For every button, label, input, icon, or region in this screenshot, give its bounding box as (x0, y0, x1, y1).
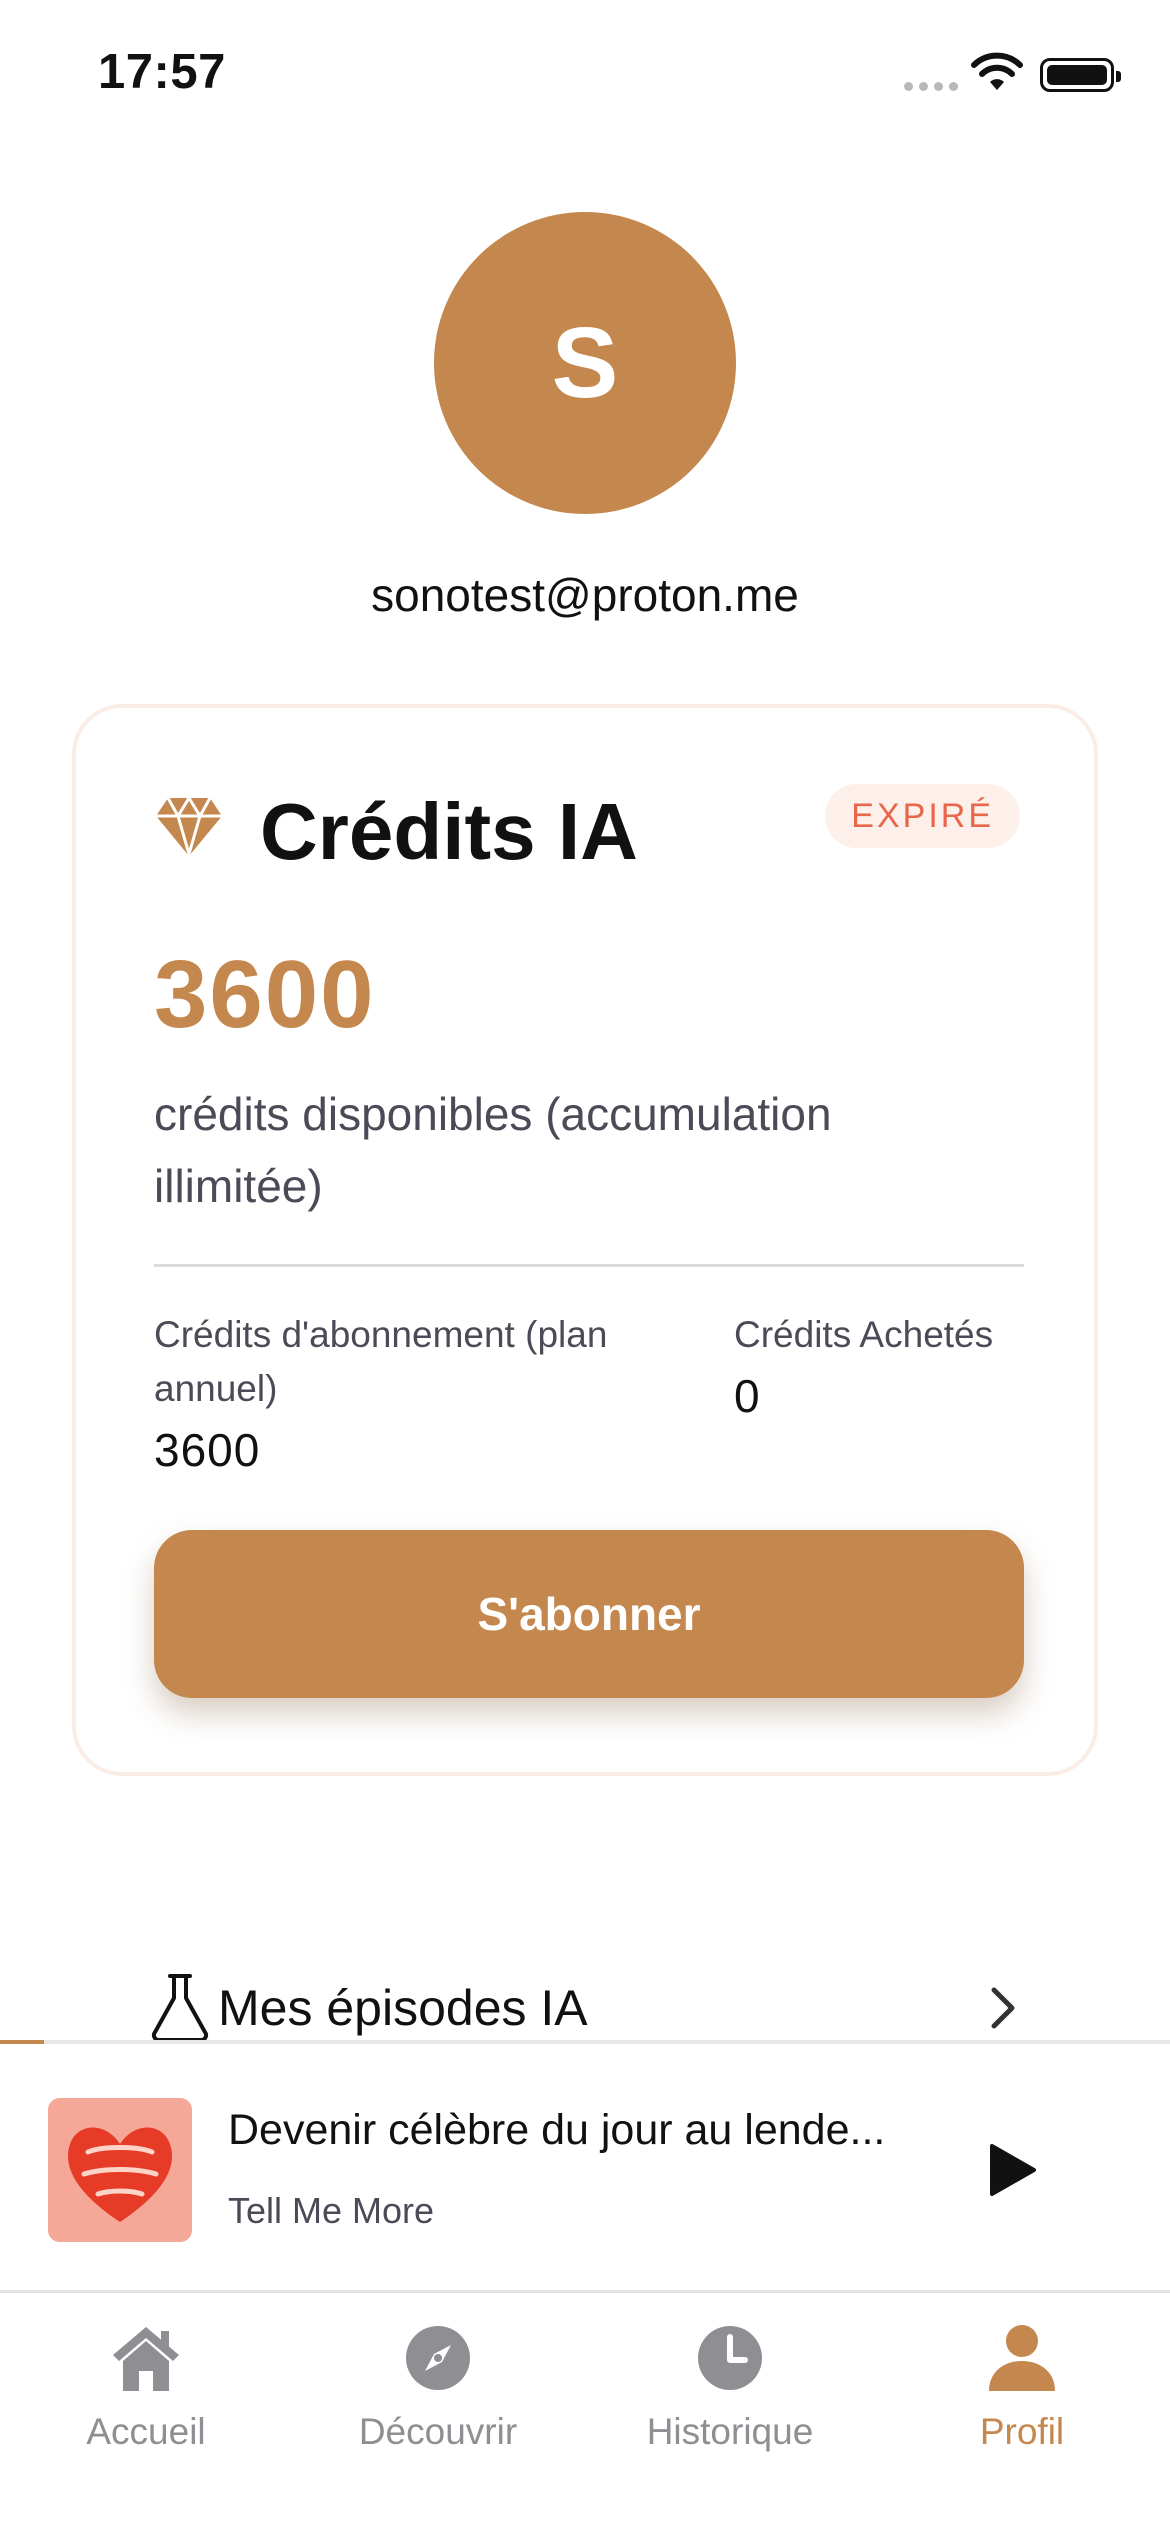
credits-description: crédits disponibles (accumulation illimi… (154, 1088, 832, 1212)
tab-accueil[interactable]: Accueil (0, 2319, 292, 2453)
tab-historique[interactable]: Historique (584, 2319, 876, 2453)
person-icon (989, 2325, 1055, 2391)
home-icon (113, 2327, 179, 2391)
menu-item-label: Mes épisodes IA (218, 1980, 588, 2036)
status-badge: EXPIRÉ (825, 784, 1020, 848)
diamond-icon (156, 795, 222, 860)
credits-title: Crédits IA (260, 787, 638, 876)
cellular-signal-icon (904, 82, 958, 91)
episode-show: Tell Me More (228, 2190, 435, 2231)
purchased-credits-label: Crédits Achetés (734, 1314, 994, 1355)
avatar-initial: S (551, 306, 619, 419)
avatar[interactable]: S (434, 212, 736, 514)
subscription-credits: Crédits d'abonnement (plan annuel) 3600 (154, 1308, 624, 1480)
tab-label: Historique (646, 2411, 814, 2452)
tab-label: Profil (979, 2411, 1065, 2452)
tab-bar: Accueil Découvrir Historique Profil (0, 2293, 1170, 2532)
play-icon[interactable] (986, 2142, 1038, 2198)
clock-icon (698, 2326, 762, 2390)
episode-title: Devenir célèbre du jour au lende... (228, 2106, 886, 2154)
compass-icon (406, 2326, 470, 2390)
subscription-credits-label: Crédits d'abonnement (plan annuel) (154, 1314, 608, 1409)
tab-label: Accueil (86, 2411, 206, 2452)
mini-player[interactable]: Devenir célèbre du jour au lende... Tell… (0, 2044, 1170, 2292)
user-email: sonotest@proton.me (371, 569, 799, 621)
purchased-credits: Crédits Achetés 0 (734, 1308, 1054, 1426)
flask-icon (151, 1974, 209, 2042)
tab-label: Découvrir (358, 2411, 518, 2452)
battery-icon (1040, 58, 1121, 92)
divider (154, 1264, 1024, 1267)
credits-card: Crédits IA EXPIRÉ 3600 crédits disponibl… (72, 704, 1098, 1776)
tab-profil[interactable]: Profil (876, 2319, 1168, 2453)
subscription-credits-value: 3600 (154, 1424, 261, 1476)
status-bar: 17:57 (0, 0, 1170, 140)
status-time: 17:57 (98, 45, 226, 99)
wifi-icon (971, 52, 1023, 90)
purchased-credits-value: 0 (734, 1370, 761, 1422)
tab-decouvrir[interactable]: Découvrir (292, 2319, 584, 2453)
episode-artwork (48, 2098, 192, 2242)
chevron-right-icon (991, 1987, 1015, 2029)
credits-total: 3600 (154, 941, 376, 1048)
subscribe-button[interactable]: S'abonner (154, 1530, 1024, 1698)
